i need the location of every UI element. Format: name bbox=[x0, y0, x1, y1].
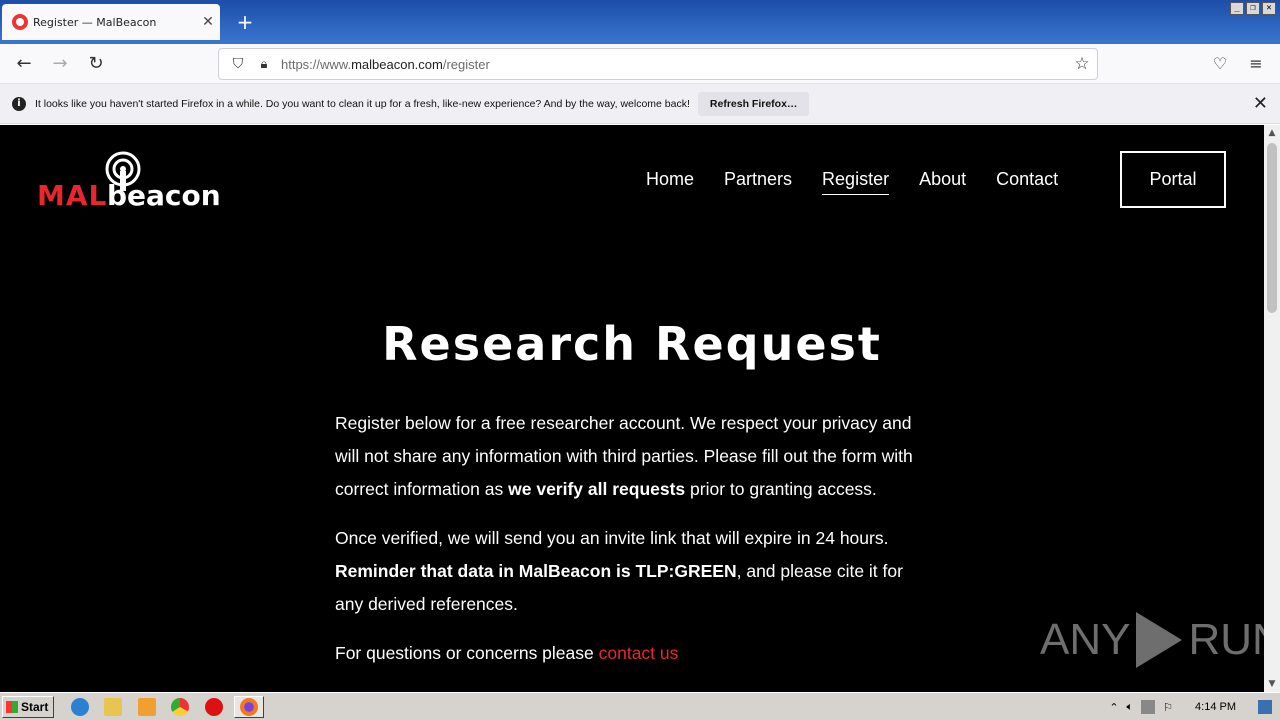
malbeacon-favicon-icon bbox=[12, 14, 28, 30]
media-player-icon[interactable] bbox=[138, 698, 156, 716]
web-page: MAL beacon Home Partners Register About … bbox=[0, 125, 1264, 692]
scroll-thumb[interactable] bbox=[1267, 143, 1277, 313]
system-tray: ⌃ 🔈︎ ⚐ 4:14 PM bbox=[1109, 695, 1280, 719]
refresh-notification-bar: i It looks like you haven't started Fire… bbox=[0, 84, 1280, 124]
ie-icon[interactable] bbox=[71, 698, 89, 716]
lock-icon[interactable]: 🔒︎ bbox=[253, 57, 275, 72]
firefox-icon bbox=[240, 698, 258, 716]
network-icon[interactable] bbox=[1141, 700, 1156, 714]
contact-us-link[interactable]: contact us bbox=[599, 643, 679, 663]
intro-paragraph-3: For questions or concerns please contact… bbox=[335, 643, 679, 663]
url-bar[interactable]: ⛉ 🔒︎ https://www.malbeacon.com/register … bbox=[218, 48, 1098, 80]
nav-contact[interactable]: Contact bbox=[996, 169, 1058, 195]
close-notification-icon[interactable]: ✕ bbox=[1253, 93, 1268, 114]
volume-icon[interactable]: 🔈︎ bbox=[1127, 701, 1134, 714]
portal-button[interactable]: Portal bbox=[1120, 151, 1226, 208]
restore-icon[interactable]: ❐ bbox=[1246, 2, 1260, 15]
browser-navbar: ← → ↻ ⛉ 🔒︎ https://www.malbeacon.com/reg… bbox=[0, 44, 1280, 84]
close-window-icon[interactable]: ✕ bbox=[1262, 2, 1276, 15]
windows-taskbar: Start ⌃ 🔈︎ ⚐ 4:14 PM bbox=[0, 692, 1280, 720]
clock[interactable]: 4:14 PM bbox=[1195, 701, 1236, 713]
site-navigation: Home Partners Register About Contact bbox=[646, 169, 1058, 195]
nav-home[interactable]: Home bbox=[646, 169, 694, 195]
show-desktop-icon[interactable] bbox=[1258, 700, 1272, 714]
reload-icon[interactable]: ↻ bbox=[84, 52, 108, 76]
windows-logo-icon bbox=[6, 701, 18, 713]
menu-icon[interactable]: ≡ bbox=[1244, 52, 1268, 76]
browser-tab[interactable]: Register — MalBeacon ✕ bbox=[2, 4, 220, 40]
page-title: Research Request bbox=[382, 317, 882, 371]
scroll-down-icon[interactable]: ▼ bbox=[1264, 676, 1280, 692]
browser-titlebar: Register — MalBeacon ✕ + _ ❐ ✕ bbox=[0, 0, 1280, 44]
notification-message: It looks like you haven't started Firefo… bbox=[35, 97, 690, 110]
start-button[interactable]: Start bbox=[2, 696, 54, 718]
opera-icon[interactable] bbox=[205, 698, 223, 716]
explorer-icon[interactable] bbox=[104, 698, 122, 716]
intro-paragraph-1: Register below for a free researcher acc… bbox=[335, 413, 913, 499]
scroll-up-icon[interactable]: ▲ bbox=[1264, 125, 1280, 141]
window-controls: _ ❐ ✕ bbox=[1230, 2, 1276, 15]
logo-beacon-text: beacon bbox=[107, 179, 221, 212]
new-tab-button[interactable]: + bbox=[232, 10, 258, 36]
intro-paragraph-2: Once verified, we will send you an invit… bbox=[335, 528, 903, 614]
anyrun-watermark: ANY RUN bbox=[1040, 610, 1264, 670]
forward-icon[interactable]: → bbox=[48, 52, 72, 76]
pocket-icon[interactable]: ♡ bbox=[1208, 52, 1232, 76]
tray-expand-icon[interactable]: ⌃ bbox=[1109, 701, 1118, 714]
tab-close-icon[interactable]: ✕ bbox=[196, 14, 220, 30]
nav-about[interactable]: About bbox=[919, 169, 966, 195]
firefox-taskbar-button[interactable] bbox=[234, 696, 264, 718]
back-icon[interactable]: ← bbox=[12, 52, 36, 76]
intro-text: Register below for a free researcher acc… bbox=[335, 407, 935, 686]
refresh-firefox-button[interactable]: Refresh Firefox… bbox=[697, 91, 810, 116]
logo-mal-text: MAL bbox=[37, 179, 108, 212]
tab-title: Register — MalBeacon bbox=[33, 15, 157, 29]
bookmark-star-icon[interactable]: ☆ bbox=[1067, 54, 1097, 74]
action-center-flag-icon[interactable]: ⚐ bbox=[1163, 701, 1173, 714]
minimize-icon[interactable]: _ bbox=[1230, 2, 1244, 15]
nav-partners[interactable]: Partners bbox=[724, 169, 792, 195]
chrome-icon[interactable] bbox=[171, 698, 189, 716]
tracking-shield-icon[interactable]: ⛉ bbox=[223, 56, 253, 72]
nav-register[interactable]: Register bbox=[822, 169, 890, 195]
url-text[interactable]: https://www.malbeacon.com/register bbox=[275, 57, 1067, 72]
play-icon bbox=[1136, 612, 1183, 668]
malbeacon-logo[interactable]: MAL beacon bbox=[37, 151, 257, 212]
info-icon: i bbox=[12, 96, 26, 111]
page-scrollbar[interactable]: ▲ ▼ bbox=[1264, 125, 1280, 692]
